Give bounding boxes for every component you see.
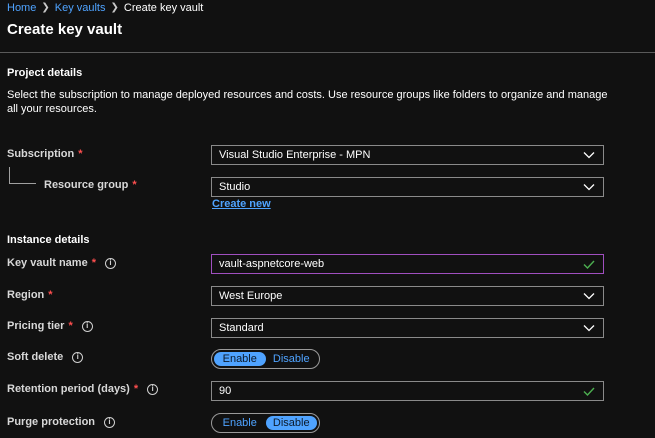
key-vault-name-value: vault-aspnetcore-web	[219, 258, 325, 270]
project-details-description: Select the subscription to manage deploy…	[7, 89, 608, 115]
subscription-dropdown[interactable]: Visual Studio Enterprise - MPN	[211, 145, 604, 165]
resource-group-value: Studio	[219, 181, 251, 193]
tree-connector	[9, 167, 36, 184]
soft-delete-enable-option[interactable]: Enable	[214, 352, 266, 366]
retention-period-input[interactable]: 90	[211, 381, 604, 401]
purge-protection-disable-option[interactable]: Disable	[265, 416, 317, 430]
purge-protection-label: Purge protection i	[7, 415, 116, 429]
info-icon[interactable]: i	[147, 383, 159, 395]
resource-group-label: Resource group *	[44, 178, 137, 192]
key-vault-name-label: Key vault name * i	[7, 256, 116, 270]
info-icon[interactable]: i	[104, 257, 116, 269]
chevron-down-icon	[583, 293, 595, 300]
pricing-tier-value: Standard	[219, 322, 264, 334]
soft-delete-disable-option[interactable]: Disable	[266, 352, 318, 366]
subscription-value: Visual Studio Enterprise - MPN	[219, 149, 371, 161]
required-marker: *	[68, 320, 73, 332]
breadcrumb-home-link[interactable]: Home	[7, 2, 36, 14]
required-marker: *	[78, 148, 83, 160]
title-divider	[0, 52, 655, 53]
pricing-tier-dropdown[interactable]: Standard	[211, 318, 604, 338]
page-title: Create key vault	[7, 21, 123, 38]
subscription-label: Subscription *	[7, 147, 83, 161]
chevron-down-icon	[583, 184, 595, 191]
key-vault-name-label-text: Key vault name	[7, 257, 88, 269]
info-icon[interactable]: i	[72, 351, 84, 363]
checkmark-icon	[583, 260, 595, 269]
region-label: Region *	[7, 288, 53, 302]
required-marker: *	[48, 289, 53, 301]
required-marker: *	[91, 257, 96, 269]
key-vault-name-input[interactable]: vault-aspnetcore-web	[211, 254, 604, 274]
breadcrumb: Home ❯ Key vaults ❯ Create key vault	[7, 1, 203, 14]
required-marker: *	[133, 383, 139, 395]
retention-period-value: 90	[219, 385, 232, 397]
resource-group-label-text: Resource group	[44, 179, 129, 191]
checkmark-icon	[583, 387, 595, 396]
purge-protection-toggle[interactable]: Enable Disable	[211, 413, 320, 433]
create-new-resource-group-link[interactable]: Create new	[212, 198, 271, 210]
retention-period-label: Retention period (days) * i	[7, 382, 159, 396]
region-value: West Europe	[219, 290, 283, 302]
breadcrumb-key-vaults-link[interactable]: Key vaults	[55, 2, 106, 14]
project-details-heading: Project details	[7, 67, 83, 79]
required-marker: *	[132, 179, 137, 191]
pricing-tier-label-text: Pricing tier	[7, 320, 65, 332]
retention-period-label-text: Retention period (days)	[7, 383, 130, 395]
chevron-right-icon: ❯	[110, 2, 119, 13]
region-dropdown[interactable]: West Europe	[211, 286, 604, 306]
soft-delete-toggle[interactable]: Enable Disable	[211, 349, 320, 369]
soft-delete-label-text: Soft delete	[7, 351, 64, 363]
info-icon[interactable]: i	[81, 320, 93, 332]
pricing-tier-label: Pricing tier * i	[7, 319, 93, 333]
subscription-label-text: Subscription	[7, 148, 75, 160]
chevron-right-icon: ❯	[41, 2, 50, 13]
chevron-down-icon	[583, 325, 595, 332]
breadcrumb-current: Create key vault	[123, 1, 204, 14]
purge-protection-label-text: Purge protection	[7, 416, 96, 428]
resource-group-dropdown[interactable]: Studio	[211, 177, 604, 197]
purge-protection-enable-option[interactable]: Enable	[214, 416, 266, 430]
soft-delete-label: Soft delete i	[7, 350, 84, 364]
info-icon[interactable]: i	[104, 416, 116, 428]
chevron-down-icon	[583, 152, 595, 159]
region-label-text: Region	[7, 289, 45, 301]
instance-details-heading: Instance details	[7, 234, 90, 246]
